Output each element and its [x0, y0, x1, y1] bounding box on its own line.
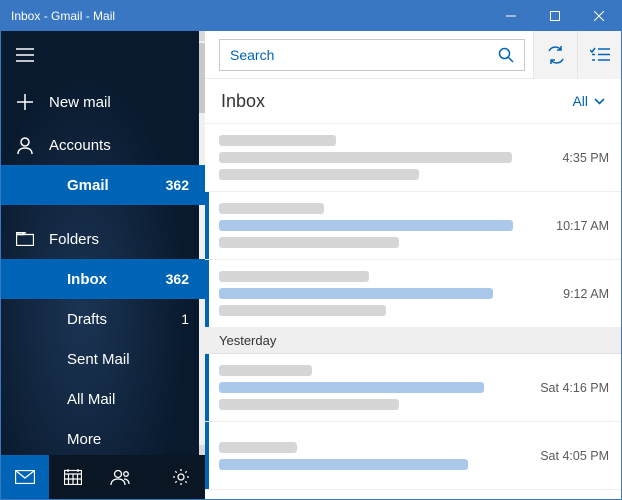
- person-icon: [1, 136, 49, 154]
- folder-count: 362: [166, 271, 205, 287]
- unread-accent: [205, 192, 209, 259]
- folder-icon: [1, 232, 49, 246]
- folder-sent-mail[interactable]: Sent Mail: [1, 339, 205, 379]
- message-item[interactable]: 10:17 AM: [205, 192, 621, 260]
- unread-accent: [205, 260, 209, 327]
- folder-label: Inbox: [49, 271, 166, 288]
- message-item[interactable]: Sat 4:05 PM: [205, 422, 621, 490]
- message-preview: [219, 261, 553, 326]
- nav-calendar-button[interactable]: [49, 455, 97, 499]
- folder-inbox[interactable]: Inbox 362: [1, 259, 205, 299]
- message-time: Sat 4:05 PM: [530, 449, 609, 463]
- checklist-icon: [590, 47, 610, 62]
- hamburger-icon: [1, 48, 49, 62]
- folder-count: 1: [181, 311, 205, 327]
- unread-accent: [205, 354, 209, 421]
- folder-all-mail[interactable]: All Mail: [1, 379, 205, 419]
- message-item[interactable]: 4:35 PM: [205, 124, 621, 192]
- sync-button[interactable]: [533, 31, 577, 79]
- account-name: Gmail: [49, 177, 166, 194]
- group-label: Yesterday: [219, 333, 276, 348]
- mail-icon: [15, 470, 35, 484]
- titlebar: Inbox - Gmail - Mail: [1, 1, 621, 31]
- message-time: Sat 4:16 PM: [530, 381, 609, 395]
- message-time: 4:35 PM: [552, 151, 609, 165]
- list-heading: Inbox: [221, 91, 572, 112]
- message-preview: [219, 355, 530, 420]
- account-count: 362: [166, 177, 205, 193]
- folders-header[interactable]: Folders: [1, 219, 205, 259]
- message-list[interactable]: 4:35 PM 10:17 AM: [205, 123, 621, 499]
- folder-more[interactable]: More: [1, 419, 205, 455]
- toolbar: [205, 31, 621, 79]
- message-item[interactable]: Sat 4:16 PM: [205, 354, 621, 422]
- nav-people-button[interactable]: [97, 455, 145, 499]
- new-mail-label: New mail: [49, 94, 205, 111]
- gear-icon: [172, 468, 190, 486]
- chevron-down-icon: [594, 98, 605, 105]
- folder-label: Sent Mail: [49, 351, 205, 368]
- sidebar: New mail Accounts Gmail 362: [1, 31, 205, 499]
- refresh-icon: [546, 46, 566, 64]
- bottom-nav: [1, 455, 205, 499]
- new-mail-button[interactable]: New mail: [1, 79, 205, 125]
- message-time: 9:12 AM: [553, 287, 609, 301]
- search-input[interactable]: [220, 47, 488, 63]
- hamburger-button[interactable]: [1, 31, 205, 79]
- accounts-label: Accounts: [49, 137, 205, 154]
- filter-label: All: [572, 93, 588, 109]
- folder-label: Drafts: [49, 311, 181, 328]
- select-mode-button[interactable]: [577, 31, 621, 79]
- filter-dropdown[interactable]: All: [572, 93, 605, 109]
- content-pane: Inbox All 4:35 PM: [205, 31, 621, 499]
- search-icon[interactable]: [488, 39, 524, 71]
- folder-label: All Mail: [49, 391, 205, 408]
- calendar-icon: [64, 469, 82, 485]
- message-preview: [219, 193, 546, 258]
- window-title: Inbox - Gmail - Mail: [1, 9, 489, 23]
- list-header: Inbox All: [205, 79, 621, 123]
- folders-label: Folders: [49, 231, 205, 248]
- folder-drafts[interactable]: Drafts 1: [1, 299, 205, 339]
- message-preview: [219, 432, 530, 480]
- message-item[interactable]: 9:12 AM: [205, 260, 621, 328]
- maximize-button[interactable]: [533, 1, 577, 31]
- people-icon: [110, 469, 132, 485]
- date-group-header[interactable]: Yesterday: [205, 328, 621, 354]
- nav-settings-button[interactable]: [157, 455, 205, 499]
- message-preview: [219, 125, 552, 190]
- accounts-header[interactable]: Accounts: [1, 125, 205, 165]
- unread-accent: [205, 422, 209, 489]
- folder-label: More: [49, 431, 205, 448]
- message-time: 10:17 AM: [546, 219, 609, 233]
- plus-icon: [1, 94, 49, 110]
- app-window: Inbox - Gmail - Mail: [0, 0, 622, 500]
- close-button[interactable]: [577, 1, 621, 31]
- minimize-button[interactable]: [489, 1, 533, 31]
- account-gmail[interactable]: Gmail 362: [1, 165, 205, 205]
- search-box[interactable]: [219, 39, 525, 71]
- nav-mail-button[interactable]: [1, 455, 49, 499]
